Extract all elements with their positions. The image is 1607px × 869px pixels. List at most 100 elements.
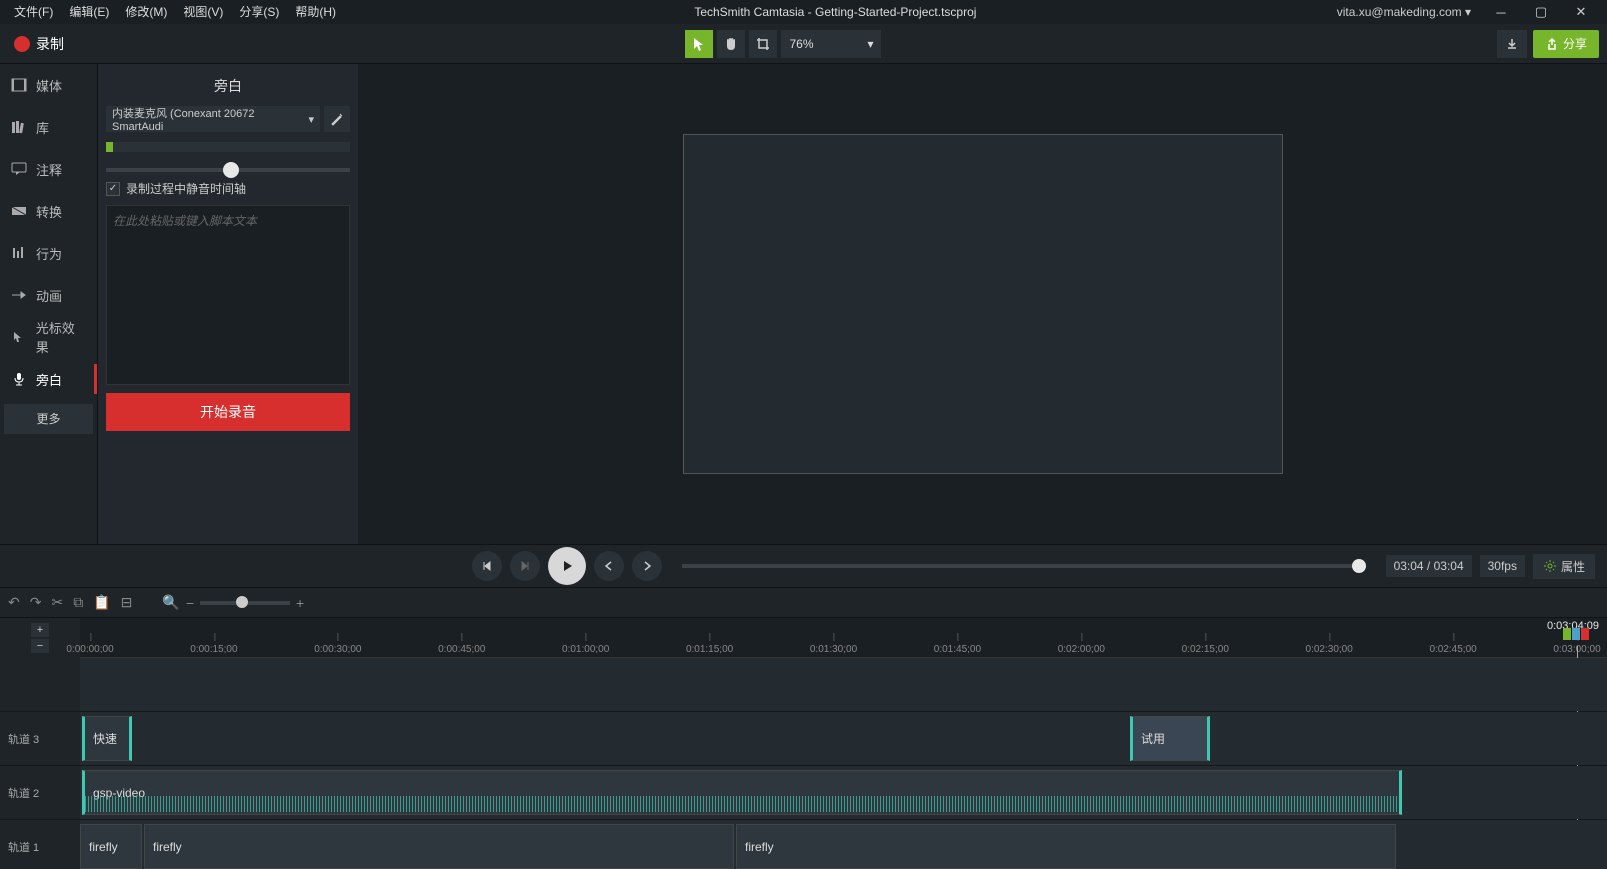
transition-icon bbox=[10, 202, 28, 220]
mute-timeline-label: 录制过程中静音时间轴 bbox=[126, 180, 246, 197]
track-label[interactable]: 轨道 3 bbox=[0, 712, 80, 765]
hand-tool-icon[interactable] bbox=[717, 30, 745, 58]
ruler-tick: 0:02:30;00 bbox=[1306, 644, 1353, 655]
mute-timeline-checkbox[interactable]: ✓ bbox=[106, 182, 120, 196]
timeline-empty-track bbox=[0, 658, 1607, 712]
next-frame-button[interactable] bbox=[632, 551, 662, 581]
ruler-tick: 0:02:45;00 bbox=[1429, 644, 1476, 655]
cursor-tool-icon[interactable] bbox=[685, 30, 713, 58]
crop-tool-icon[interactable] bbox=[749, 30, 777, 58]
menu-share[interactable]: 分享(S) bbox=[231, 0, 287, 24]
step-forward-button[interactable] bbox=[594, 551, 624, 581]
zoom-out-button[interactable]: − bbox=[186, 595, 194, 611]
toolbar: 录制 76% ▾ 分享 bbox=[0, 24, 1607, 64]
step-back-button[interactable] bbox=[510, 551, 540, 581]
narration-panel: 旁白 内装麦克风 (Conexant 20672 SmartAudi ▾ ✓ 录… bbox=[98, 64, 358, 544]
track-content[interactable]: fireflyfireflyfirefly bbox=[80, 820, 1607, 869]
playback-time: 03:04 / 03:04 bbox=[1386, 555, 1472, 577]
track-content[interactable]: gsp-video bbox=[80, 766, 1607, 819]
sidebar-item-narration[interactable]: 旁白 bbox=[0, 358, 97, 400]
record-dot-icon bbox=[14, 36, 30, 52]
gear-icon bbox=[1543, 559, 1557, 573]
properties-button[interactable]: 属性 bbox=[1533, 554, 1595, 579]
canvas-frame[interactable] bbox=[683, 134, 1283, 474]
minimize-icon[interactable]: ─ bbox=[1481, 5, 1521, 20]
mic-value: 内装麦克风 (Conexant 20672 SmartAudi bbox=[112, 106, 308, 132]
timeline-track: 轨道 3快速 试用 bbox=[0, 712, 1607, 766]
audio-level-meter bbox=[106, 142, 350, 152]
record-button[interactable]: 录制 bbox=[8, 30, 70, 58]
ruler-tick: 0:02:15;00 bbox=[1182, 644, 1229, 655]
sidebar-more[interactable]: 更多 bbox=[4, 404, 93, 434]
sidebar-item-animations[interactable]: 动画 bbox=[0, 274, 97, 316]
track-label[interactable]: 轨道 2 bbox=[0, 766, 80, 819]
timeline-track: 轨道 2gsp-video bbox=[0, 766, 1607, 820]
cursor-effect-icon bbox=[10, 328, 28, 346]
mic-select[interactable]: 内装麦克风 (Conexant 20672 SmartAudi ▾ bbox=[106, 106, 320, 132]
properties-label: 属性 bbox=[1561, 558, 1585, 575]
sidebar-item-media[interactable]: 媒体 bbox=[0, 64, 97, 106]
slider-thumb[interactable] bbox=[223, 162, 239, 178]
clip[interactable]: 试用 bbox=[1130, 716, 1210, 761]
input-gain-slider[interactable] bbox=[106, 168, 350, 172]
sidebar-item-transitions[interactable]: 转换 bbox=[0, 190, 97, 232]
sidebar-item-cursor-effects[interactable]: 光标效果 bbox=[0, 316, 97, 358]
clip[interactable]: firefly bbox=[80, 824, 142, 869]
remove-track-button[interactable]: − bbox=[31, 639, 49, 653]
clip[interactable]: firefly bbox=[736, 824, 1396, 869]
ruler-tick: 0:00:15;00 bbox=[190, 644, 237, 655]
split-button[interactable]: ⊟ bbox=[121, 594, 133, 611]
menu-help[interactable]: 帮助(H) bbox=[287, 0, 344, 24]
timeline-zoom-slider[interactable] bbox=[200, 601, 290, 605]
zoom-search-icon: 🔍 bbox=[162, 594, 179, 611]
sidebar-item-library[interactable]: 库 bbox=[0, 106, 97, 148]
record-label: 录制 bbox=[36, 34, 64, 54]
window-title: TechSmith Camtasia - Getting-Started-Pro… bbox=[344, 5, 1327, 19]
sidebar-item-annotations[interactable]: 注释 bbox=[0, 148, 97, 190]
share-button[interactable]: 分享 bbox=[1533, 30, 1599, 58]
maximize-icon[interactable]: ▢ bbox=[1521, 4, 1561, 20]
media-icon bbox=[10, 76, 28, 94]
playhead-marker[interactable] bbox=[1563, 628, 1589, 640]
mic-settings-button[interactable] bbox=[324, 106, 350, 132]
cut-button[interactable]: ✂ bbox=[51, 594, 63, 611]
canvas-area bbox=[358, 64, 1607, 544]
track-content[interactable]: 快速 试用 bbox=[80, 712, 1607, 765]
clip[interactable]: firefly bbox=[144, 824, 734, 869]
seek-thumb[interactable] bbox=[1352, 559, 1366, 573]
redo-button[interactable]: ↷ bbox=[30, 594, 42, 611]
behavior-icon bbox=[10, 244, 28, 262]
user-account[interactable]: vita.xu@makeding.com ▾ bbox=[1327, 5, 1481, 19]
play-button[interactable] bbox=[548, 547, 586, 585]
paste-button[interactable]: 📋 bbox=[93, 594, 110, 611]
start-recording-button[interactable]: 开始录音 bbox=[106, 393, 350, 431]
sidebar-item-behaviors[interactable]: 行为 bbox=[0, 232, 97, 274]
ruler-tick: 0:02:00;00 bbox=[1058, 644, 1105, 655]
menubar: 文件(F) 编辑(E) 修改(M) 视图(V) 分享(S) 帮助(H) Tech… bbox=[0, 0, 1607, 24]
track-label[interactable]: 轨道 1 bbox=[0, 820, 80, 869]
prev-frame-button[interactable] bbox=[472, 551, 502, 581]
menu-view[interactable]: 视图(V) bbox=[175, 0, 231, 24]
close-icon[interactable]: ✕ bbox=[1561, 4, 1601, 20]
clip[interactable]: 快速 bbox=[82, 716, 132, 761]
mic-icon bbox=[10, 370, 28, 388]
panel-title: 旁白 bbox=[106, 72, 350, 106]
clip[interactable]: gsp-video bbox=[82, 770, 1402, 815]
share-icon bbox=[1545, 38, 1557, 50]
menu-file[interactable]: 文件(F) bbox=[6, 0, 61, 24]
add-track-button[interactable]: + bbox=[31, 623, 49, 637]
zoom-in-button[interactable]: + bbox=[296, 595, 304, 611]
script-textarea[interactable]: 在此处粘贴或键入脚本文本 bbox=[106, 205, 350, 385]
chevron-down-icon: ▾ bbox=[867, 37, 873, 51]
timeline: + − 0:03:04;09 0:00:00;000:00:15;000:00:… bbox=[0, 618, 1607, 869]
menu-edit[interactable]: 编辑(E) bbox=[61, 0, 117, 24]
menu-modify[interactable]: 修改(M) bbox=[117, 0, 175, 24]
copy-button[interactable]: ⧉ bbox=[73, 594, 83, 611]
download-button[interactable] bbox=[1497, 30, 1527, 58]
seek-slider[interactable] bbox=[682, 564, 1366, 568]
share-label: 分享 bbox=[1563, 35, 1587, 52]
undo-button[interactable]: ↶ bbox=[8, 594, 20, 611]
timeline-ruler[interactable]: 0:03:04;09 0:00:00;000:00:15;000:00:30;0… bbox=[80, 618, 1607, 658]
timeline-track: 轨道 1fireflyfireflyfirefly bbox=[0, 820, 1607, 869]
zoom-select[interactable]: 76% ▾ bbox=[781, 30, 881, 58]
